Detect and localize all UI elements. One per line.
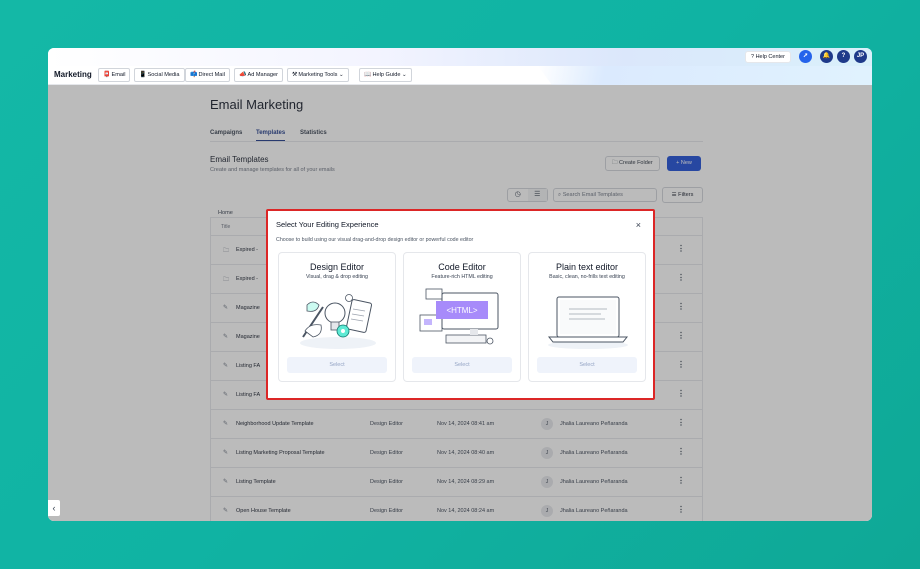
nav-ad-manager[interactable]: 📣Ad Manager bbox=[234, 68, 283, 82]
book-icon: 📖 bbox=[364, 72, 372, 78]
avatar[interactable]: JP bbox=[854, 50, 867, 63]
plain-text-editor-card[interactable]: Plain text editor Basic, clean, no-frill… bbox=[528, 252, 646, 382]
card-title: Plain text editor bbox=[555, 262, 619, 272]
modal-subtitle: Choose to build using our visual drag-an… bbox=[276, 237, 474, 243]
nav-social-media-label: Social Media bbox=[147, 72, 180, 78]
html-badge: <HTML> bbox=[446, 306, 477, 315]
design-illustration-icon bbox=[300, 294, 376, 349]
design-select-button[interactable]: Select bbox=[287, 357, 387, 373]
nav-direct-mail[interactable]: 📫Direct Mail bbox=[185, 68, 230, 82]
card-subtitle: Feature-rich HTML editing bbox=[431, 274, 493, 280]
help-center-button[interactable]: ? Help Center bbox=[745, 51, 791, 63]
nav-social-media[interactable]: 📱Social Media bbox=[134, 68, 185, 82]
nav-email-label: Email bbox=[111, 72, 126, 78]
close-icon[interactable]: × bbox=[636, 220, 641, 230]
nav-marketing-tools-label: Marketing Tools bbox=[298, 72, 338, 78]
editor-select-modal: Select Your Editing Experience × Choose … bbox=[266, 209, 655, 400]
code-editor-card[interactable]: Code Editor Feature-rich HTML editing <H… bbox=[403, 252, 521, 382]
nav-help-guide-label: Help Guide bbox=[372, 72, 401, 78]
nav-help-guide[interactable]: 📖Help Guide ⌄ bbox=[359, 68, 412, 82]
nav-email[interactable]: 📮Email bbox=[98, 68, 131, 82]
phone-icon: 📱 bbox=[139, 72, 147, 78]
megaphone-icon: 📣 bbox=[239, 72, 247, 78]
code-illustration-icon: <HTML> bbox=[419, 288, 499, 345]
tools-icon: ⚒ bbox=[292, 72, 298, 78]
card-subtitle: Basic, clean, no-frills text editing bbox=[549, 274, 625, 280]
card-title: Code Editor bbox=[438, 262, 486, 272]
modal-title: Select Your Editing Experience bbox=[276, 220, 379, 229]
brand-label: Marketing bbox=[54, 70, 92, 79]
rocket-icon[interactable]: ➚ bbox=[799, 50, 812, 63]
card-title: Design Editor bbox=[309, 262, 365, 272]
email-icon: 📮 bbox=[103, 72, 111, 78]
navbar-decoration bbox=[538, 66, 872, 85]
nav-direct-mail-label: Direct Mail bbox=[198, 72, 225, 78]
design-editor-card[interactable]: Design Editor Visual, drag & drop editin… bbox=[278, 252, 396, 382]
help-icon[interactable]: ? bbox=[837, 50, 850, 63]
chevron-down-icon: ⌄ bbox=[402, 72, 407, 78]
chevron-left-icon[interactable]: ‹ bbox=[48, 500, 60, 516]
card-subtitle: Visual, drag & drop editing bbox=[305, 274, 369, 280]
code-select-button[interactable]: Select bbox=[412, 357, 512, 373]
nav-ad-manager-label: Ad Manager bbox=[247, 72, 278, 78]
laptop-icon bbox=[547, 296, 629, 349]
mailbox-icon: 📫 bbox=[190, 72, 198, 78]
plain-text-select-button[interactable]: Select bbox=[537, 357, 637, 373]
bell-icon[interactable]: 🔔 bbox=[820, 50, 833, 63]
chevron-down-icon: ⌄ bbox=[339, 72, 344, 78]
nav-marketing-tools[interactable]: ⚒Marketing Tools ⌄ bbox=[287, 68, 349, 82]
